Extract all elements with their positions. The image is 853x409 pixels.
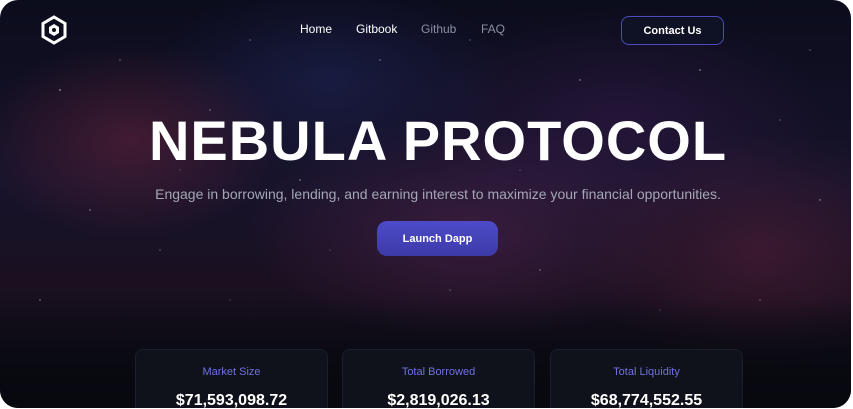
stat-value: $71,593,098.72 (175, 392, 288, 408)
stat-card-total-liquidity: Total Liquidity $68,774,552.55 (550, 349, 743, 408)
stat-value: $2,819,026.13 (387, 392, 490, 408)
starfield-background (39, 39, 821, 311)
hero-subtitle: Engage in borrowing, lending, and earnin… (155, 186, 721, 202)
nav-link-github[interactable]: Github (421, 22, 456, 36)
hero-title: NEBULA PROTOCOL (148, 109, 728, 172)
stat-label: Total Borrowed (401, 366, 476, 378)
stat-label: Total Liquidity (613, 366, 680, 378)
stat-card-market-size: Market Size $71,593,098.72 (135, 349, 328, 408)
stat-value: $68,774,552.55 (590, 392, 703, 408)
nav-link-gitbook[interactable]: Gitbook (356, 22, 397, 36)
hero-section: Home Gitbook Github FAQ Contact Us NEBUL… (0, 0, 851, 408)
contact-us-button[interactable]: Contact Us (621, 16, 724, 45)
nav-link-home[interactable]: Home (300, 22, 332, 36)
stat-card-total-borrowed: Total Borrowed $2,819,026.13 (342, 349, 535, 408)
stat-label: Market Size (202, 366, 261, 378)
nav-link-faq[interactable]: FAQ (481, 22, 505, 36)
launch-dapp-button[interactable]: Launch Dapp (377, 221, 498, 256)
